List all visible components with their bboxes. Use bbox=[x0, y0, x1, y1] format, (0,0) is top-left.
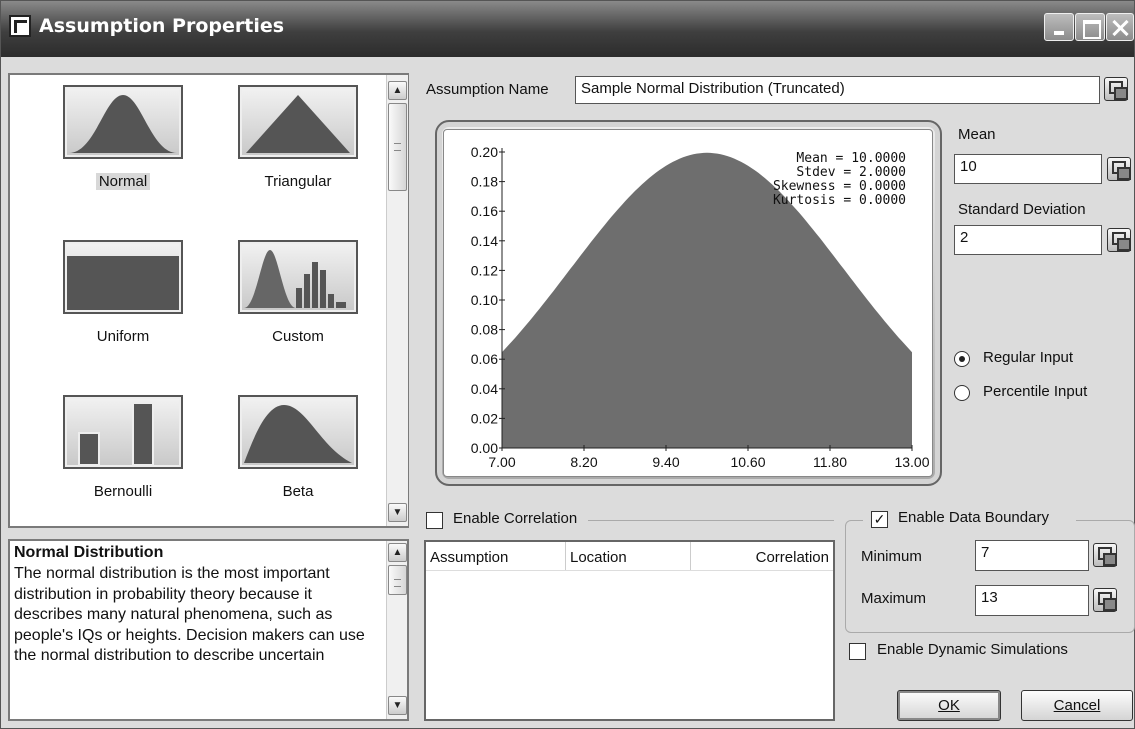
scroll-up-arrow-icon[interactable]: ▲ bbox=[388, 81, 407, 100]
x-tick-label: 10.60 bbox=[730, 454, 765, 470]
y-tick-label: 0.16 bbox=[471, 203, 498, 219]
x-tick-label: 7.00 bbox=[488, 454, 515, 470]
mean-input[interactable]: 10 bbox=[954, 154, 1102, 184]
chart-svg: 0.000.020.040.060.080.100.120.140.160.18… bbox=[471, 144, 930, 470]
y-tick-label: 0.08 bbox=[471, 322, 498, 338]
enable-data-boundary-checkbox[interactable]: ✓ bbox=[871, 511, 888, 528]
minimum-input[interactable]: 7 bbox=[975, 540, 1089, 571]
title-bar: Assumption Properties bbox=[1, 1, 1134, 57]
y-tick-label: 0.02 bbox=[471, 410, 498, 426]
distribution-chart: 0.00 0.02 0.04 0.06 0.08 0.10 0.12 0.14 0.16 0.18… bbox=[443, 129, 933, 477]
distribution-label: Triangular bbox=[264, 173, 332, 190]
ok-button[interactable]: OK bbox=[897, 690, 1001, 721]
enable-dynamic-simulations-checkbox[interactable] bbox=[849, 643, 866, 660]
cancel-button[interactable]: Cancel bbox=[1021, 690, 1133, 721]
chart-stat-label: Mean = 10.0000 bbox=[796, 151, 906, 166]
percentile-input-label: Percentile Input bbox=[983, 383, 1088, 400]
assumption-name-label: Assumption Name bbox=[426, 81, 549, 98]
enable-correlation-checkbox[interactable] bbox=[426, 512, 443, 529]
link-icon[interactable] bbox=[1104, 77, 1128, 101]
stdev-label: Standard Deviation bbox=[958, 201, 1086, 218]
description-panel: Normal Distribution The normal distribut… bbox=[8, 539, 409, 721]
column-header-correlation[interactable]: Correlation bbox=[691, 542, 833, 570]
correlation-table[interactable]: Assumption Location Correlation bbox=[424, 540, 835, 721]
link-icon[interactable] bbox=[1093, 588, 1117, 612]
regular-input-label: Regular Input bbox=[983, 349, 1074, 366]
distribution-label: Beta bbox=[282, 483, 314, 500]
scroll-down-arrow-icon[interactable]: ▼ bbox=[388, 503, 407, 522]
stdev-input[interactable]: 2 bbox=[954, 225, 1102, 255]
y-tick-label: 0.06 bbox=[471, 351, 498, 367]
chart-stat-label: Stdev = 2.0000 bbox=[796, 165, 906, 180]
bernoulli-distribution-icon bbox=[63, 395, 183, 469]
scroll-thumb[interactable] bbox=[388, 565, 407, 595]
distribution-item-bernoulli[interactable]: Bernoulli bbox=[48, 395, 198, 515]
distribution-item-custom[interactable]: Custom bbox=[223, 240, 373, 360]
divider bbox=[588, 520, 834, 521]
uniform-distribution-icon bbox=[63, 240, 183, 314]
scroll-down-arrow-icon[interactable]: ▼ bbox=[388, 696, 407, 715]
link-icon[interactable] bbox=[1107, 157, 1131, 181]
enable-dynamic-simulations-label: Enable Dynamic Simulations bbox=[877, 641, 1068, 658]
distribution-item-beta[interactable]: Beta bbox=[223, 395, 373, 515]
regular-input-radio[interactable] bbox=[954, 351, 970, 367]
link-icon[interactable] bbox=[1107, 228, 1131, 252]
description-title: Normal Distribution bbox=[14, 544, 164, 561]
beta-distribution-icon bbox=[238, 395, 358, 469]
assumption-properties-dialog: Assumption Properties Normal Triangular … bbox=[0, 0, 1135, 729]
enable-data-boundary-label: Enable Data Boundary bbox=[898, 509, 1049, 526]
distribution-label: Bernoulli bbox=[93, 483, 153, 500]
chart-stat-label: Skewness = 0.0000 bbox=[773, 179, 906, 194]
column-header-assumption[interactable]: Assumption bbox=[426, 542, 566, 570]
triangular-distribution-icon bbox=[238, 85, 358, 159]
maximum-label: Maximum bbox=[861, 590, 927, 607]
mean-label: Mean bbox=[958, 126, 996, 143]
x-tick-label: 8.20 bbox=[570, 454, 597, 470]
gallery-scrollbar[interactable]: ▲ ▼ bbox=[386, 75, 408, 526]
x-tick-label: 13.00 bbox=[894, 454, 929, 470]
window-title: Assumption Properties bbox=[39, 15, 285, 37]
distribution-gallery: Normal Triangular Uniform Custom Bernoul… bbox=[8, 73, 409, 528]
close-button[interactable] bbox=[1106, 13, 1134, 41]
custom-distribution-icon bbox=[238, 240, 358, 314]
maximize-button[interactable] bbox=[1075, 13, 1105, 41]
distribution-label: Custom bbox=[272, 328, 324, 345]
y-tick-label: 0.04 bbox=[471, 381, 498, 397]
distribution-item-uniform[interactable]: Uniform bbox=[48, 240, 198, 360]
y-tick-label: 0.12 bbox=[471, 262, 498, 278]
normal-distribution-icon bbox=[63, 85, 183, 159]
minimize-button[interactable] bbox=[1044, 13, 1074, 41]
description-text: The normal distribution is the most impo… bbox=[14, 565, 365, 664]
y-tick-label: 0.18 bbox=[471, 174, 498, 190]
app-icon bbox=[9, 15, 31, 37]
distribution-label: Normal bbox=[95, 173, 151, 190]
y-tick-label: 0.20 bbox=[471, 144, 498, 160]
y-tick-label: 0.10 bbox=[471, 292, 498, 308]
distribution-item-normal[interactable]: Normal bbox=[48, 85, 198, 205]
link-icon[interactable] bbox=[1093, 543, 1117, 567]
assumption-name-input[interactable]: Sample Normal Distribution (Truncated) bbox=[575, 76, 1100, 104]
column-header-location[interactable]: Location bbox=[566, 542, 691, 570]
description-scrollbar[interactable]: ▲ ▼ bbox=[386, 541, 407, 719]
data-boundary-group bbox=[845, 520, 1135, 633]
scroll-up-arrow-icon[interactable]: ▲ bbox=[388, 543, 407, 562]
distribution-label: Uniform bbox=[96, 328, 150, 345]
x-tick-label: 9.40 bbox=[652, 454, 679, 470]
x-tick-label: 11.80 bbox=[813, 454, 847, 470]
percentile-input-radio[interactable] bbox=[954, 385, 970, 401]
minimum-label: Minimum bbox=[861, 548, 922, 565]
maximum-input[interactable]: 13 bbox=[975, 585, 1089, 616]
y-tick-label: 0.14 bbox=[471, 233, 498, 249]
enable-correlation-label: Enable Correlation bbox=[453, 510, 578, 527]
scroll-thumb[interactable] bbox=[388, 103, 407, 191]
distribution-item-triangular[interactable]: Triangular bbox=[223, 85, 373, 205]
chart-stat-label: Kurtosis = 0.0000 bbox=[773, 193, 906, 208]
